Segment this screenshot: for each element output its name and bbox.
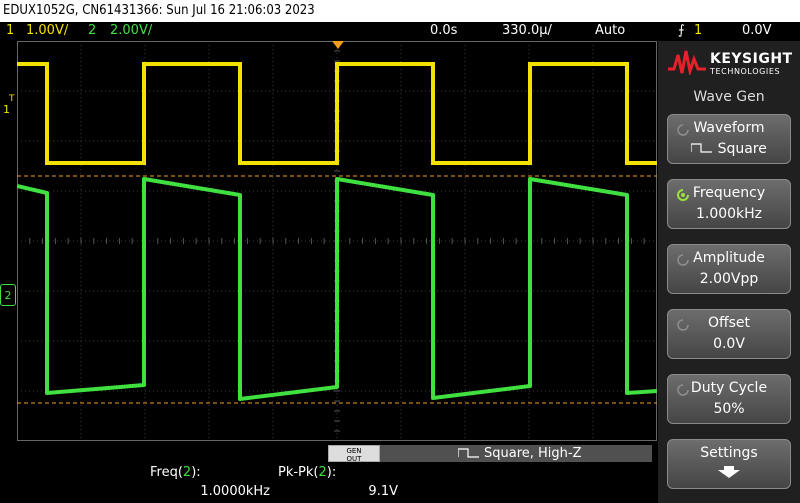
measurement-label: Freq(2): xyxy=(150,465,201,480)
trigger-source[interactable]: 1 xyxy=(694,22,702,40)
duty-cycle-value: 50% xyxy=(713,401,745,417)
amplitude-softkey[interactable]: Amplitude 2.00Vpp xyxy=(667,244,791,294)
wavegen-status: Square, High-Z xyxy=(380,445,652,462)
ch1-number[interactable]: 1 xyxy=(6,22,14,40)
square-wave-icon xyxy=(690,143,713,153)
trigger-level[interactable]: 0.0V xyxy=(742,22,772,40)
frequency-softkey[interactable]: Frequency 1.000kHz xyxy=(667,179,791,229)
duty-cycle-label: Duty Cycle xyxy=(690,380,768,396)
brand-sub: TECHNOLOGIES xyxy=(710,67,781,76)
softkey-panel: KEYSIGHT TECHNOLOGIES Wave Gen Waveform … xyxy=(658,41,800,503)
ch2-number[interactable]: 2 xyxy=(88,22,96,40)
duty-cycle-softkey[interactable]: Duty Cycle 50% xyxy=(667,374,791,424)
waveform-softkey[interactable]: Waveform Square xyxy=(667,114,791,164)
menu-title: Wave Gen xyxy=(693,89,765,105)
brand-name: KEYSIGHT xyxy=(710,51,793,67)
settings-label: Settings xyxy=(700,445,758,461)
trigger-edge-icon: ⨍ xyxy=(678,23,685,38)
gen-out-text: GEN OUT xyxy=(346,447,362,463)
offset-label: Offset xyxy=(707,315,751,331)
waveform-label: Waveform xyxy=(693,120,765,136)
keysight-logo: KEYSIGHT TECHNOLOGIES xyxy=(658,41,800,83)
frequency-value: 1.000kHz xyxy=(695,206,763,222)
trigger-position-icon xyxy=(332,41,344,49)
frequency-label: Frequency xyxy=(692,185,766,201)
ch2-scale[interactable]: 2.00V/ xyxy=(110,22,152,40)
settings-softkey[interactable]: Settings xyxy=(667,439,791,489)
waveform-value: Square xyxy=(668,141,790,157)
ch2-marker-label: 2 xyxy=(4,289,12,302)
amplitude-label: Amplitude xyxy=(693,250,765,266)
ch1-marker-label: 1 xyxy=(3,103,10,116)
ch2-ground-marker[interactable]: 2 xyxy=(0,284,16,306)
offset-softkey[interactable]: Offset 0.0V xyxy=(667,309,791,359)
time-scale[interactable]: 330.0µ/ xyxy=(502,22,552,40)
waveform-display[interactable] xyxy=(17,41,657,441)
measurement-value: 9.1V xyxy=(368,484,398,499)
measurement-label: Pk-Pk(2): xyxy=(278,465,337,480)
submenu-arrow-icon xyxy=(668,466,790,482)
ch1-ground-marker[interactable]: T 1 xyxy=(3,95,17,116)
keysight-wave-icon xyxy=(668,50,706,75)
title-bar: EDUX1052G, CN61431366: Sun Jul 16 21:06:… xyxy=(0,0,800,22)
wavegen-status-text: Square, High-Z xyxy=(484,446,582,461)
status-bar: 1 1.00V/ 2 2.00V/ 0.0s 330.0µ/ Auto ⨍ 1 … xyxy=(0,22,800,40)
time-delay[interactable]: 0.0s xyxy=(430,22,457,40)
amplitude-value: 2.00Vpp xyxy=(699,271,759,287)
offset-value: 0.0V xyxy=(713,336,745,352)
measurement-value: 1.0000kHz xyxy=(200,484,270,499)
waveform-value-text: Square xyxy=(717,141,767,157)
ch1-scale[interactable]: 1.00V/ xyxy=(26,22,68,40)
square-wave-icon xyxy=(458,448,479,458)
gen-out-indicator: GEN OUT xyxy=(328,445,380,463)
trigger-mode[interactable]: Auto xyxy=(595,22,625,40)
title-text: EDUX1052G, CN61431366: Sun Jul 16 21:06:… xyxy=(3,3,315,18)
